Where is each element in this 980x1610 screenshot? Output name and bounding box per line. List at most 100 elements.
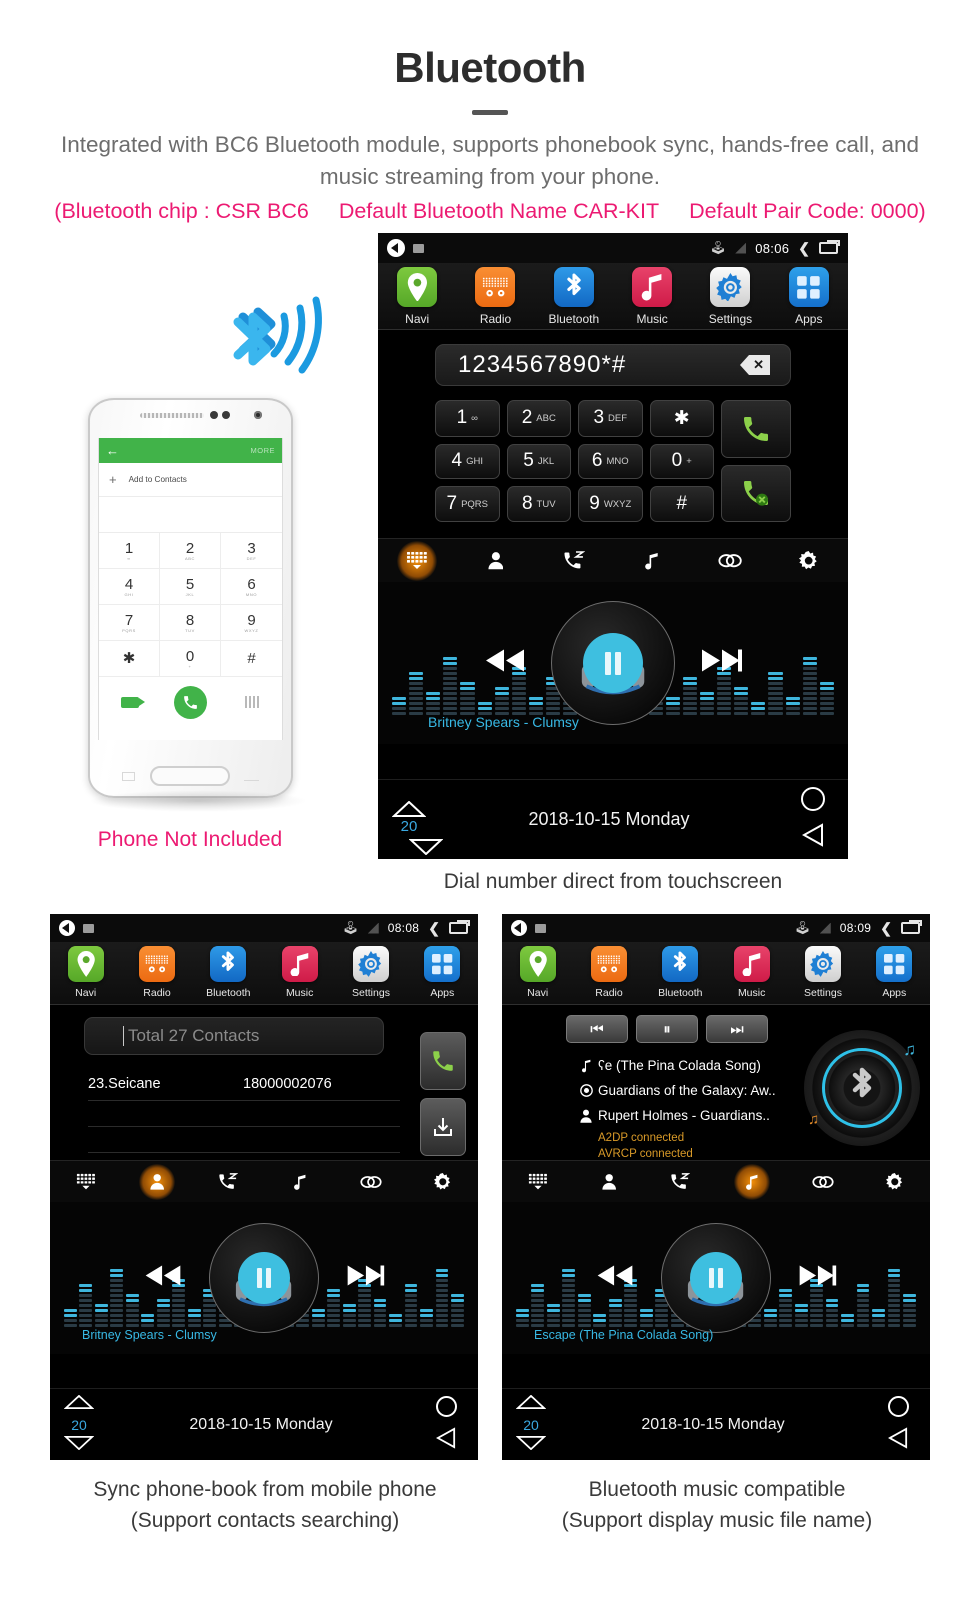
dialed-number-field[interactable]: 1234567890*# ✕ — [435, 344, 791, 386]
phone-key-0[interactable]: 0 + — [160, 641, 221, 677]
dialpad-key-3[interactable]: 3 DEF — [578, 400, 643, 437]
backspace-icon[interactable]: ✕ — [740, 355, 774, 375]
dialpad-key-0[interactable]: 0 + — [649, 443, 714, 480]
app-shortcut-radio[interactable]: Radio — [573, 946, 644, 1004]
function-tab-calllog[interactable] — [645, 1164, 716, 1200]
chevron-up-icon[interactable]: ❮ — [428, 920, 440, 937]
volume-up-icon[interactable] — [392, 800, 426, 817]
app-shortcut-radio[interactable]: Radio — [456, 267, 534, 329]
next-track-button[interactable] — [698, 648, 744, 679]
volume-control[interactable]: 20 — [50, 1394, 108, 1455]
download-contacts-button[interactable] — [420, 1098, 466, 1156]
function-tab-keypad[interactable] — [502, 1164, 573, 1200]
app-shortcut-apps[interactable]: Apps — [859, 946, 930, 1004]
phone-key-#[interactable]: # — [221, 641, 282, 677]
answer-call-button[interactable] — [721, 400, 791, 458]
phone-key-7[interactable]: 7 PQRS — [99, 605, 160, 641]
chevron-up-icon[interactable]: ❮ — [798, 240, 810, 257]
pause-button[interactable]: ⏸ — [636, 1015, 698, 1043]
app-shortcut-apps[interactable]: Apps — [770, 267, 848, 329]
next-button[interactable]: ⏭ — [706, 1015, 768, 1043]
previous-track-button[interactable] — [594, 1264, 636, 1293]
chevron-up-icon[interactable]: ❮ — [880, 920, 892, 937]
dialpad-key-1[interactable]: 1 ∞ — [435, 400, 500, 437]
app-shortcut-settings[interactable]: Settings — [787, 946, 858, 1004]
function-tab-contacts[interactable] — [121, 1163, 192, 1200]
dialpad-key-2[interactable]: 2 ABC — [506, 400, 571, 437]
app-shortcut-bluetooth[interactable]: Bluetooth — [645, 946, 716, 1004]
end-call-button[interactable] — [721, 464, 791, 522]
phone-key-1[interactable]: 1 ∞ — [99, 533, 160, 569]
dialpad-key-#[interactable]: # — [649, 486, 714, 522]
phone-key-3[interactable]: 3 DEF — [221, 533, 282, 569]
back-button[interactable] — [887, 1426, 908, 1454]
app-shortcut-settings[interactable]: Settings — [691, 267, 769, 329]
dialpad-key-6[interactable]: 6 MNO — [578, 443, 643, 480]
pause-button[interactable] — [690, 1252, 742, 1304]
function-tab-keypad[interactable] — [50, 1164, 121, 1200]
phone-key-✱[interactable]: ✱ — [99, 641, 160, 677]
phone-key-9[interactable]: 9 WXYZ — [221, 605, 282, 641]
volume-control[interactable]: 20 — [378, 800, 444, 855]
phone-key-5[interactable]: 5 JKL — [160, 569, 221, 605]
dialpad-key-✱[interactable]: ✱ — [649, 400, 714, 437]
function-tab-settings[interactable] — [407, 1164, 478, 1200]
volume-control[interactable]: 20 — [502, 1394, 560, 1455]
previous-button[interactable]: ⏮ — [566, 1015, 628, 1043]
phone-key-8[interactable]: 8 TUV — [160, 605, 221, 641]
contacts-search-input[interactable]: Total 27 Contacts — [84, 1017, 384, 1055]
recent-apps-icon[interactable] — [819, 240, 840, 254]
function-tab-link[interactable] — [335, 1164, 406, 1200]
previous-track-button[interactable] — [142, 1264, 184, 1293]
contact-row[interactable]: 23.Seicane 18000002076 — [88, 1067, 400, 1101]
function-tab-link[interactable] — [787, 1164, 858, 1200]
function-tab-calllog[interactable] — [535, 541, 613, 581]
app-shortcut-settings[interactable]: Settings — [335, 946, 406, 1004]
dialpad-key-8[interactable]: 8 TUV — [506, 486, 571, 522]
dialpad-key-7[interactable]: 7 PQRS — [435, 486, 500, 522]
app-shortcut-apps[interactable]: Apps — [407, 946, 478, 1004]
function-tab-btmusic[interactable] — [716, 1163, 787, 1200]
function-tab-keypad[interactable] — [378, 540, 456, 581]
function-tab-contacts[interactable] — [573, 1164, 644, 1200]
back-button[interactable] — [435, 1426, 456, 1454]
phone-key-6[interactable]: 6 MNO — [221, 569, 282, 605]
volume-down-icon[interactable] — [515, 1435, 547, 1455]
app-shortcut-navi[interactable]: Navi — [502, 946, 573, 1004]
call-button[interactable] — [420, 1032, 466, 1090]
next-track-button[interactable] — [796, 1264, 838, 1293]
app-shortcut-music[interactable]: Music — [716, 946, 787, 1004]
phone-key-2[interactable]: 2 ABC — [160, 533, 221, 569]
function-tab-btmusic[interactable] — [613, 541, 691, 581]
volume-up-icon[interactable] — [63, 1394, 95, 1414]
pause-button[interactable] — [583, 633, 643, 693]
recent-apps-icon[interactable] — [901, 920, 922, 934]
pause-button[interactable] — [238, 1252, 290, 1304]
app-shortcut-navi[interactable]: Navi — [378, 267, 456, 329]
app-shortcut-music[interactable]: Music — [613, 267, 691, 329]
phone-key-4[interactable]: 4 GHI — [99, 569, 160, 605]
app-shortcut-bluetooth[interactable]: Bluetooth — [193, 946, 264, 1004]
function-tab-settings[interactable] — [859, 1164, 930, 1200]
home-button[interactable] — [801, 787, 825, 811]
dialpad-key-5[interactable]: 5 JKL — [506, 443, 571, 480]
function-tab-link[interactable] — [691, 541, 769, 581]
previous-track-button[interactable] — [482, 648, 528, 679]
next-track-button[interactable] — [344, 1264, 386, 1293]
back-button[interactable] — [801, 823, 824, 852]
app-shortcut-radio[interactable]: Radio — [121, 946, 192, 1004]
function-tab-contacts[interactable] — [456, 541, 534, 581]
function-tab-btmusic[interactable] — [264, 1164, 335, 1200]
recent-apps-icon[interactable] — [449, 920, 470, 934]
volume-up-icon[interactable] — [515, 1394, 547, 1414]
home-button[interactable] — [435, 1395, 457, 1417]
home-button[interactable] — [887, 1395, 909, 1417]
dialpad-key-9[interactable]: 9 WXYZ — [578, 486, 643, 522]
function-tab-calllog[interactable] — [193, 1164, 264, 1200]
volume-down-icon[interactable] — [63, 1435, 95, 1455]
app-shortcut-navi[interactable]: Navi — [50, 946, 121, 1004]
app-shortcut-music[interactable]: Music — [264, 946, 335, 1004]
dialpad-key-4[interactable]: 4 GHI — [435, 443, 500, 480]
app-shortcut-bluetooth[interactable]: Bluetooth — [535, 267, 613, 329]
function-tab-settings[interactable] — [770, 541, 848, 581]
